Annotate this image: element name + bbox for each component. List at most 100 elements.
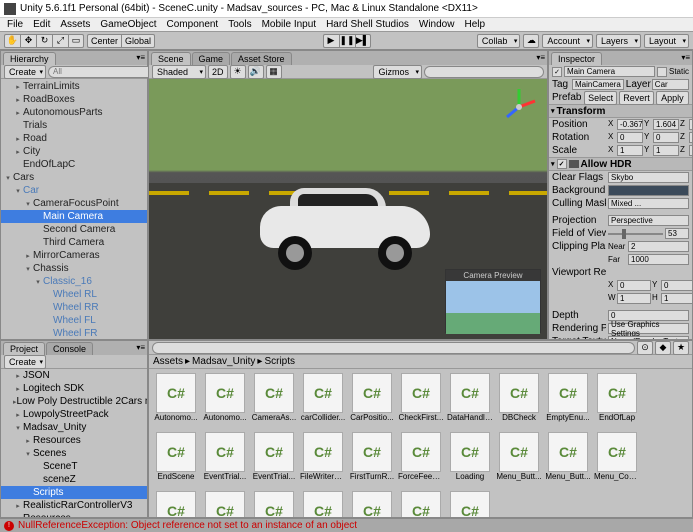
space-toggle[interactable]: Global [121, 34, 155, 48]
tree-item[interactable]: Wheel RR [1, 301, 147, 314]
pause-button[interactable]: ❚❚ [339, 34, 355, 48]
scene-viewport[interactable]: Camera Preview [149, 79, 547, 339]
asset-item[interactable]: C#MenuInputF... [398, 491, 444, 517]
move-tool-icon[interactable]: ✥ [20, 34, 36, 48]
project-search[interactable] [152, 342, 635, 354]
asset-item[interactable]: C#DataHandli... [447, 373, 493, 429]
asset-item[interactable]: C#Menu_Butt... [545, 432, 591, 488]
shaded-dropdown[interactable]: Shaded [152, 65, 206, 79]
project-tab[interactable]: Project [3, 342, 45, 355]
asset-item[interactable]: C#DBCheck [496, 373, 542, 429]
asset-item[interactable]: C#EventTrial... [202, 432, 248, 488]
menu-help[interactable]: Help [459, 19, 490, 30]
search-save-icon[interactable]: ★ [673, 341, 689, 355]
near-field[interactable]: 2 [628, 241, 689, 252]
asset-item[interactable]: C#FirstTurnR... [349, 432, 395, 488]
layout-dropdown[interactable]: Layout [644, 34, 689, 48]
culling-dropdown[interactable]: Mixed ... [608, 198, 689, 209]
breadcrumb-segment[interactable]: Madsav_Unity [192, 356, 255, 367]
hand-tool-icon[interactable]: ✋ [4, 34, 20, 48]
asset-item[interactable]: C#Menu_Main [251, 491, 297, 517]
car-model[interactable] [260, 188, 430, 278]
menu-component[interactable]: Component [162, 19, 224, 30]
create-dropdown[interactable]: Create [4, 65, 46, 79]
rect-tool-icon[interactable]: ▭ [68, 34, 84, 48]
projection-dropdown[interactable]: Perspective [608, 215, 689, 226]
asset-item[interactable]: C#CheckFirst... [398, 373, 444, 429]
tree-item[interactable]: ▸Resources [1, 434, 147, 447]
tree-item[interactable]: Wheel RL [1, 288, 147, 301]
scale-y[interactable]: 1 [653, 145, 679, 156]
active-checkbox[interactable]: ✓ [552, 67, 562, 77]
account-dropdown[interactable]: Account [542, 34, 593, 48]
tree-item[interactable]: EndOfLapC [1, 158, 147, 171]
scene-tab[interactable]: Scene [151, 52, 191, 65]
prefab-revert[interactable]: Revert [619, 91, 654, 105]
tree-item[interactable]: ▾Scenes [1, 447, 147, 460]
menu-window[interactable]: Window [414, 19, 460, 30]
pos-y[interactable]: 1.604 [653, 119, 679, 130]
asset-item[interactable]: C#CarPositio... [349, 373, 395, 429]
menu-mobile input[interactable]: Mobile Input [257, 19, 321, 30]
asset-item[interactable]: C#Menu_Sav... [300, 491, 346, 517]
vp-y[interactable]: 0 [661, 280, 692, 291]
background-color[interactable] [608, 185, 689, 196]
tree-item[interactable]: ▸AutonomousParts [1, 106, 147, 119]
vp-h[interactable]: 1 [661, 293, 692, 304]
tree-item[interactable]: ▸MirrorCameras [1, 249, 147, 262]
menu-assets[interactable]: Assets [55, 19, 95, 30]
static-checkbox[interactable] [657, 67, 667, 77]
pivot-toggle[interactable]: Center [87, 34, 121, 48]
fov-slider[interactable] [608, 233, 663, 235]
inspector-tab[interactable]: Inspector [551, 52, 602, 65]
search-type-icon[interactable]: ◆ [655, 341, 671, 355]
scale-z[interactable]: 1 [689, 145, 692, 156]
collab-dropdown[interactable]: Collab [477, 34, 521, 48]
asset-item[interactable]: C#EmptyEnu... [545, 373, 591, 429]
hierarchy-tab[interactable]: Hierarchy [3, 52, 56, 65]
rot-y[interactable]: 0 [653, 132, 679, 143]
tree-item[interactable]: ▾Chassis [1, 262, 147, 275]
asset-grid[interactable]: C#Autonomo...C#Autonomo...C#CameraAs...C… [149, 369, 692, 517]
tree-item[interactable]: SceneT [1, 460, 147, 473]
play-button[interactable]: ▶ [323, 34, 339, 48]
rot-z[interactable]: 0 [689, 132, 692, 143]
asset-item[interactable]: C#carCollider... [300, 373, 346, 429]
orientation-gizmo[interactable] [499, 87, 539, 127]
2d-toggle[interactable]: 2D [208, 65, 228, 79]
tree-item[interactable]: ▸TerrainLimits [1, 80, 147, 93]
status-bar[interactable]: ! NullReferenceException: Object referen… [0, 518, 693, 532]
menu-file[interactable]: File [2, 19, 28, 30]
renderpath-dropdown[interactable]: Use Graphics Settings [608, 323, 689, 334]
tree-item[interactable]: ▸Logitech SDK [1, 382, 147, 395]
audio-toggle-icon[interactable]: 🔊 [248, 65, 264, 79]
gizmos-dropdown[interactable]: Gizmos [373, 65, 422, 79]
tree-item[interactable]: ▸Road [1, 132, 147, 145]
tree-item[interactable]: ▸City [1, 145, 147, 158]
tree-item[interactable]: ▸RoadBoxes [1, 93, 147, 106]
scale-x[interactable]: 1 [617, 145, 643, 156]
tree-item[interactable]: Wheel FL [1, 314, 147, 327]
project-create-dropdown[interactable]: Create [4, 355, 46, 369]
asset-item[interactable]: C#Loading [447, 432, 493, 488]
asset-item[interactable]: C#Autonomo... [202, 373, 248, 429]
asset-item[interactable]: C#ObjectHan... [447, 491, 493, 517]
tree-item[interactable]: Trials [1, 119, 147, 132]
scene-search[interactable] [424, 66, 544, 78]
panel-menu-icon[interactable]: ▾≡ [681, 53, 690, 62]
asset-item[interactable]: C#Menu_Login [202, 491, 248, 517]
asset-item[interactable]: C#CameraAs... [251, 373, 297, 429]
tree-item[interactable]: ▸RealisticRarControllerV3 [1, 499, 147, 512]
rot-x[interactable]: 0 [617, 132, 643, 143]
asset-store-tab[interactable]: Asset Store [231, 52, 292, 65]
game-tab[interactable]: Game [192, 52, 231, 65]
tree-item[interactable]: ▾Car [1, 184, 147, 197]
tree-item[interactable]: ▾Cars [1, 171, 147, 184]
fov-field[interactable]: 53 [665, 228, 689, 239]
menu-tools[interactable]: Tools [223, 19, 256, 30]
tree-item[interactable]: ▸JSON [1, 369, 147, 382]
hierarchy-tree[interactable]: ▸TerrainLimits▸RoadBoxes▸AutonomousParts… [1, 79, 147, 339]
tree-item[interactable]: Scripts [1, 486, 147, 499]
targettex-field[interactable]: None (Render Textur [608, 336, 689, 339]
breadcrumb-segment[interactable]: Assets [153, 356, 183, 367]
